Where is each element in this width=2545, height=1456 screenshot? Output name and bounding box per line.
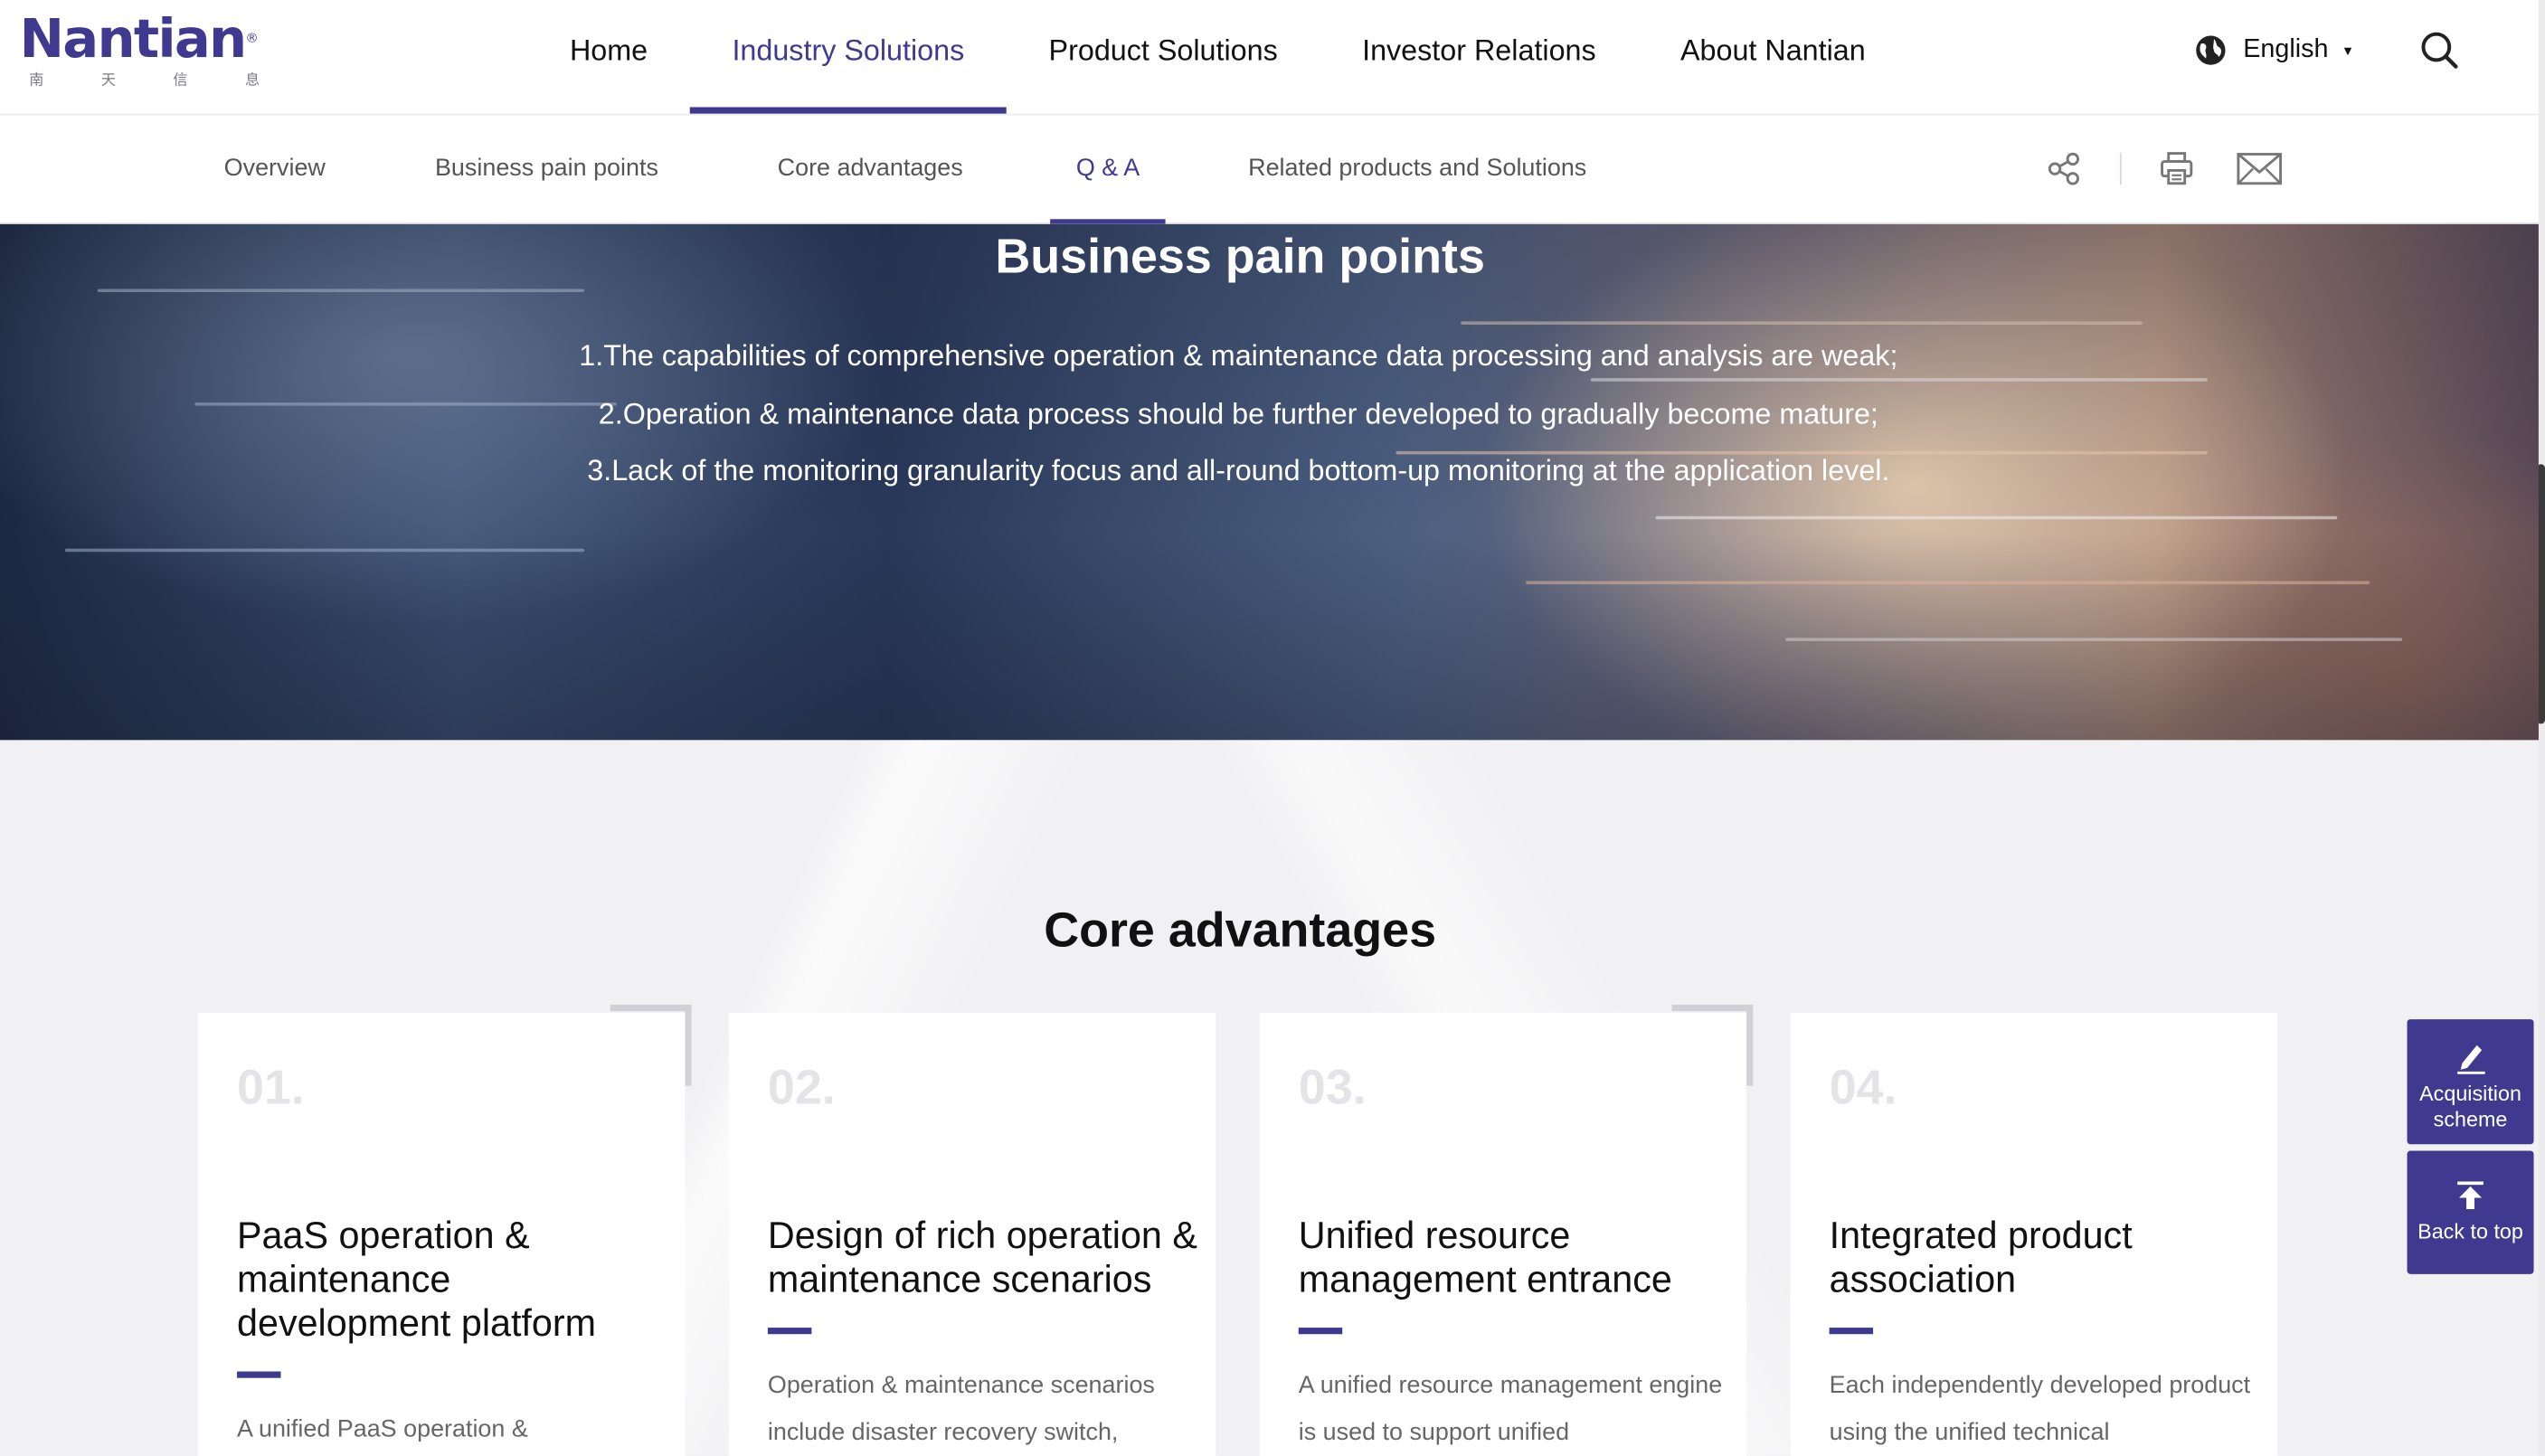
card-number: 04. <box>1829 1061 1897 1115</box>
language-label: English <box>2243 35 2329 63</box>
share-button[interactable] <box>2045 149 2084 188</box>
acquisition-scheme-label: Acquisition scheme <box>2419 1081 2521 1131</box>
site-header: Nantian® 南 天 信 息 Home Industry Solutions… <box>0 0 2539 114</box>
globe-icon <box>2196 35 2226 65</box>
tool-divider <box>2119 152 2122 185</box>
logo-wordmark: Nantian <box>19 6 248 71</box>
card-title: Design of rich operation & maintenance s… <box>767 1214 1197 1300</box>
pain-points-banner: Business pain points 1.The capabilities … <box>0 223 2539 741</box>
pain-point-item: 2.Operation & maintenance data process s… <box>598 396 1878 430</box>
printer-icon <box>2161 152 2193 185</box>
subnav-core-advantages[interactable]: Core advantages <box>778 114 963 224</box>
upload-arrow-icon <box>2457 1181 2484 1210</box>
main-nav: Home Industry Solutions Product Solution… <box>527 0 1907 114</box>
subnav-overview[interactable]: Overview <box>224 114 326 224</box>
search-button[interactable] <box>2418 29 2461 71</box>
card-description: Operation & maintenance scenarios includ… <box>767 1371 1155 1447</box>
card-title: PaaS operation & maintenance development… <box>237 1214 596 1345</box>
print-button[interactable] <box>2157 149 2196 188</box>
card-description: A unified PaaS operation & <box>237 1414 528 1443</box>
card-description: A unified resource management engine is … <box>1298 1371 1723 1447</box>
pain-points-list: 1.The capabilities of comprehensive oper… <box>0 328 2477 501</box>
language-selector[interactable]: English ▼ <box>2194 33 2354 68</box>
nav-about-nantian[interactable]: About Nantian <box>1638 0 1907 114</box>
nantian-logo[interactable]: Nantian® 南 天 信 息 <box>20 12 279 93</box>
card-title: Integrated product association <box>1829 1214 2133 1300</box>
nav-home[interactable]: Home <box>527 0 689 114</box>
pain-point-item: 1.The capabilities of comprehensive oper… <box>579 339 1898 372</box>
card-description: Each independently developed product usi… <box>1829 1371 2251 1447</box>
subnav-qa[interactable]: Q & A <box>1050 114 1167 224</box>
card-number: 02. <box>767 1061 836 1115</box>
search-icon <box>2421 32 2458 69</box>
acquisition-scheme-button[interactable]: Acquisition scheme <box>2407 1019 2534 1145</box>
nav-industry-solutions[interactable]: Industry Solutions <box>689 0 1008 114</box>
back-to-top-label: Back to top <box>2417 1218 2523 1243</box>
card-number: 03. <box>1298 1061 1367 1115</box>
nav-product-solutions[interactable]: Product Solutions <box>1007 0 1320 114</box>
logo-chinese-name: 南 天 信 息 <box>29 71 260 88</box>
advantage-card-3[interactable]: 03. Unified resource management entrance… <box>1259 1012 1747 1456</box>
advantage-card-4[interactable]: 04. Integrated product association Each … <box>1790 1012 2277 1456</box>
card-accent-bar <box>767 1328 812 1335</box>
subnav-business-pain-points[interactable]: Business pain points <box>435 114 658 224</box>
email-button[interactable] <box>2235 149 2284 188</box>
advantage-card-1[interactable]: 01. PaaS operation & maintenance develop… <box>197 1012 686 1456</box>
pen-icon <box>2457 1045 2485 1074</box>
share-icon <box>2048 152 2080 185</box>
card-accent-bar <box>237 1371 281 1378</box>
section-subnav: Overview Business pain points Core advan… <box>0 113 2539 224</box>
card-title: Unified resource management entrance <box>1298 1214 1672 1300</box>
card-accent-bar <box>1298 1328 1343 1335</box>
nav-investor-relations[interactable]: Investor Relations <box>1320 0 1638 114</box>
card-accent-bar <box>1829 1328 1874 1335</box>
card-number: 01. <box>237 1061 305 1115</box>
subnav-related-products[interactable]: Related products and Solutions <box>1248 114 1586 224</box>
mail-icon <box>2237 153 2282 185</box>
core-advantages-title: Core advantages <box>1044 903 1437 958</box>
advantage-card-2[interactable]: 02. Design of rich operation & maintenan… <box>728 1012 1216 1456</box>
pain-point-item: 3.Lack of the monitoring granularity foc… <box>587 454 1890 487</box>
back-to-top-button[interactable]: Back to top <box>2407 1150 2534 1274</box>
caret-down-icon: ▼ <box>2341 43 2355 58</box>
pain-points-title: Business pain points <box>995 230 1485 285</box>
logo-registered-mark: ® <box>245 31 258 46</box>
share-tools <box>2045 149 2284 188</box>
